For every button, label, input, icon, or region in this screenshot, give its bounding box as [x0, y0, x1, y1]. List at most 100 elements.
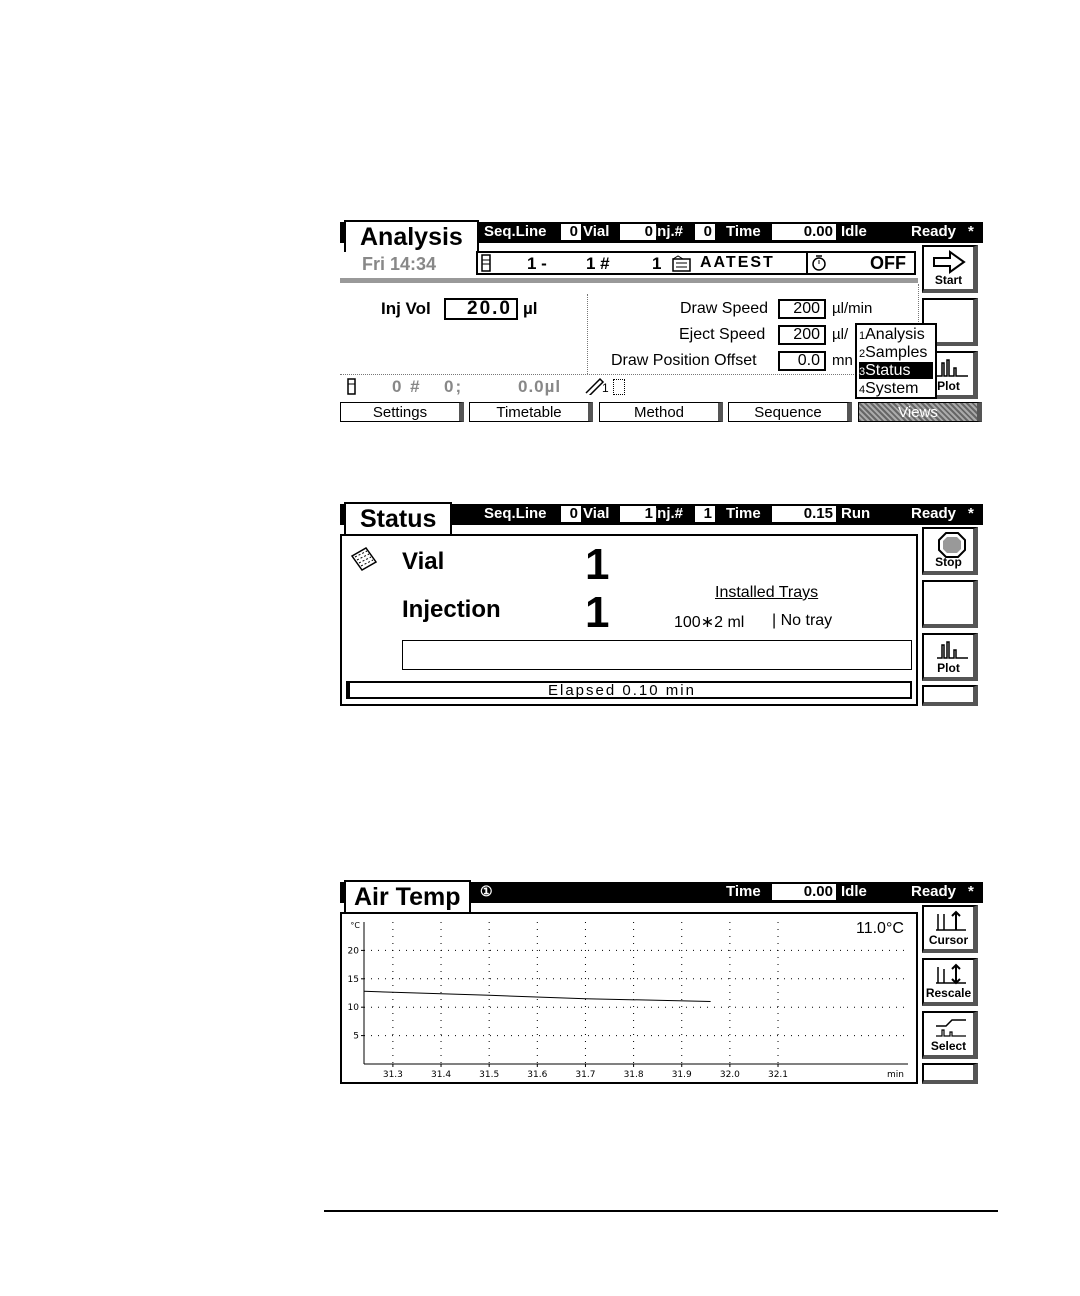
tab-sequence[interactable]: Sequence — [728, 402, 852, 422]
analysis-screen: Seq.Line 0 Vial 0 Inj.# 0 Time 0.00 Idle… — [340, 220, 983, 424]
function-tab-bar: Settings Timetable Method Sequence Views — [340, 402, 983, 424]
eject-speed-label: Eject Speed — [679, 326, 766, 343]
vial-icon — [481, 254, 491, 272]
x-tick-label: 32.1 — [768, 1070, 788, 1080]
circle-number: ① — [480, 883, 493, 899]
inj-value: 0 — [695, 224, 715, 240]
rescale-button[interactable]: Rescale — [922, 958, 978, 1006]
plot-button[interactable]: Plot — [922, 633, 978, 681]
x-tick-label: 31.5 — [479, 1070, 499, 1080]
x-tick-label: 31.6 — [527, 1070, 547, 1080]
cursor-label: Cursor — [928, 933, 969, 947]
eject-speed-unit: µl/ — [832, 326, 849, 343]
inj-vol-field[interactable]: 20.0 — [444, 298, 518, 320]
start-button[interactable]: Start — [922, 245, 978, 293]
chart-panel: 5 10 15 20 31.3 31.4 31.5 31.6 31.7 31.8 31.9 32.0 3… — [340, 912, 918, 1084]
seq-line-label: Seq.Line — [484, 505, 547, 522]
menu-item-label: Samples — [865, 344, 928, 361]
plot-icon — [937, 359, 968, 377]
status-panel: Vial 1 Injection 1 Installed Trays 100∗2… — [340, 534, 918, 706]
draw-speed-field[interactable]: 200 — [778, 299, 826, 319]
injection-label: Injection — [402, 596, 501, 623]
x-tick-label: 32.0 — [720, 1070, 740, 1080]
params-divider — [587, 294, 589, 374]
tab-timetable[interactable]: Timetable — [469, 402, 593, 422]
plot-label: Plot — [937, 661, 960, 675]
time-value: 0.00 — [772, 224, 836, 240]
draw-speed-label: Draw Speed — [680, 300, 769, 317]
rescale-icon — [936, 963, 966, 985]
draw-offset-label: Draw Position Offset — [611, 352, 757, 369]
time-label: Time — [726, 883, 761, 900]
menu-item-label: System — [865, 380, 919, 397]
select-icon — [936, 1019, 966, 1037]
time-value: 0.00 — [772, 884, 836, 900]
cursor-icon — [936, 910, 966, 931]
star-indicator: * — [968, 505, 974, 522]
menu-item-system[interactable]: 4System — [859, 380, 933, 397]
time-value: 0.15 — [772, 506, 836, 522]
inj-vol-label: Inj Vol — [381, 299, 431, 318]
stop-button[interactable]: Stop — [922, 527, 978, 575]
tray-icon — [350, 547, 378, 571]
tray-2: | No tray — [772, 612, 833, 629]
seq-to: 1 # — [586, 254, 610, 273]
ready-status: Ready — [911, 883, 957, 900]
inj-label: Inj.# — [653, 223, 684, 240]
timer-icon — [812, 255, 826, 271]
x-tick-label: 31.3 — [383, 1070, 403, 1080]
blank-bottom-button[interactable] — [922, 1063, 978, 1084]
status-inj: 0; — [444, 377, 464, 396]
menu-item-label: Analysis — [865, 326, 925, 343]
draw-offset-field[interactable]: 0.0 — [778, 351, 826, 371]
screen-title: Air Temp — [344, 880, 471, 912]
inj-value: 1 — [695, 506, 715, 522]
tab-views[interactable]: Views — [858, 402, 982, 422]
current-reading: 11.0°C — [856, 920, 904, 937]
status-row: 0 # 0; 0.0µl 1 — [340, 374, 918, 397]
x-tick-label: 31.9 — [672, 1070, 692, 1080]
start-label: Start — [934, 273, 963, 287]
air-temp-chart: 5 10 15 20 31.3 31.4 31.5 31.6 31.7 31.8 31.9 32.0 3… — [348, 921, 908, 1080]
menu-item-status[interactable]: 3Status — [859, 362, 933, 379]
eject-speed-field[interactable]: 200 — [778, 325, 826, 345]
menu-item-analysis[interactable]: 1Analysis — [859, 326, 933, 343]
x-axis-unit-label: min — [887, 1070, 904, 1080]
x-tick-label: 31.8 — [624, 1070, 644, 1080]
method-name: AATEST — [700, 254, 775, 271]
cursor-button[interactable]: Cursor — [922, 905, 978, 953]
time-label: Time — [726, 223, 761, 240]
needle-number: 1 — [602, 381, 609, 395]
rescale-label: Rescale — [925, 986, 972, 1000]
seq-line-value: 0 — [561, 506, 581, 522]
run-state: Idle — [841, 223, 867, 240]
blank-side-button[interactable] — [922, 580, 978, 628]
menu-item-label: Status — [865, 362, 911, 379]
vial-value: 0 — [620, 224, 656, 240]
ready-status: Ready — [911, 505, 957, 522]
vial-label: Vial — [583, 505, 610, 522]
status-vial: 0 # — [392, 377, 422, 396]
needle-position-box — [613, 379, 625, 395]
page-footer-rule — [324, 1210, 998, 1212]
installed-trays-label: Installed Trays — [715, 584, 819, 601]
views-popup-menu: 1Analysis 2Samples 3Status 4System — [855, 323, 937, 399]
timer-state[interactable]: OFF — [870, 253, 906, 274]
select-button[interactable]: Select — [922, 1011, 978, 1059]
airtemp-screen: ① Time 0.00 Idle Ready * Air Temp 5 10 15 2… — [340, 880, 983, 1084]
draw-offset-unit: mn — [832, 352, 853, 369]
menu-item-samples[interactable]: 2Samples — [859, 344, 933, 361]
tab-method[interactable]: Method — [599, 402, 723, 422]
elapsed-text: Elapsed 0.10 min — [548, 682, 696, 699]
date-time: Fri 14:34 — [362, 254, 437, 274]
stop-label: Stop — [935, 555, 962, 569]
status-screen: Seq.Line 0 Vial 1 Inj.# 1 Time 0.15 Run … — [340, 502, 983, 706]
seq-num: 1 — [652, 254, 662, 273]
blank-bottom-button[interactable] — [922, 685, 978, 706]
y-tick-label: 20 — [348, 946, 360, 956]
tab-settings[interactable]: Settings — [340, 402, 464, 422]
y-tick-label: 15 — [348, 975, 359, 985]
vial-label: Vial — [402, 548, 445, 575]
elapsed-bar: Elapsed 0.10 min — [346, 681, 912, 699]
elapsed-progress — [348, 683, 350, 697]
